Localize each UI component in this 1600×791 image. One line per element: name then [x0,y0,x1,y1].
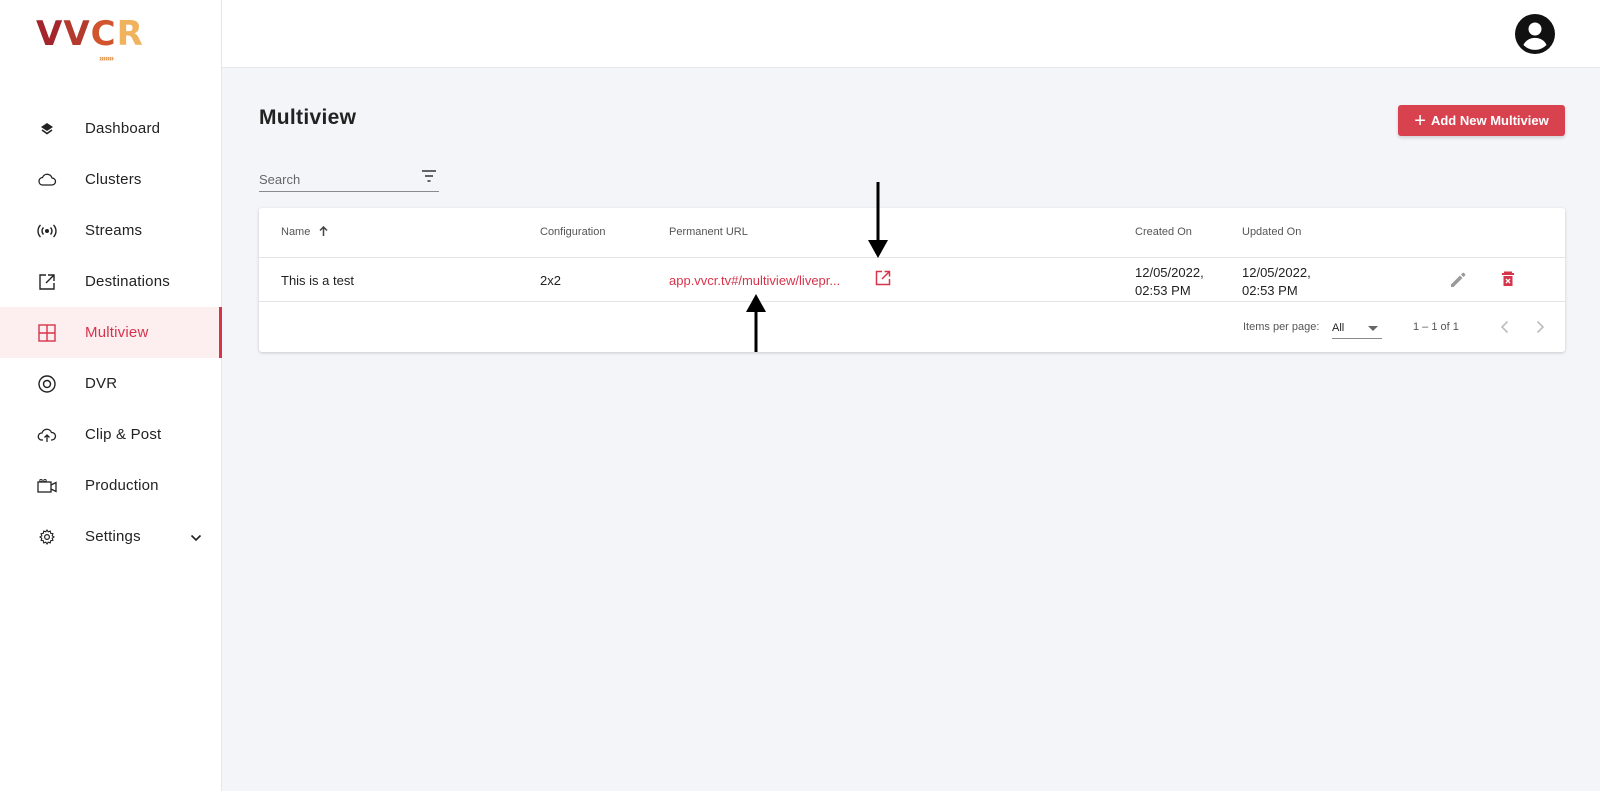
logo-arrows: ››››››› [99,53,114,63]
sidebar-item-label: Dashboard [85,120,161,137]
sidebar-item-streams[interactable]: Streams [0,205,222,256]
column-header-configuration: Configuration [540,226,606,238]
external-link-icon [37,272,57,292]
sidebar-item-label: Streams [85,222,143,239]
chevron-right-icon [1536,320,1545,334]
cell-configuration: 2x2 [540,273,561,288]
filter-icon[interactable] [421,169,437,183]
logo-text: V V C R [36,16,146,52]
logo-letter-1: V [36,14,64,54]
next-page-button[interactable] [1530,317,1550,337]
annotation-arrow-up [746,294,766,352]
chevron-down-icon[interactable] [190,529,202,547]
column-header-permanent-url: Permanent URL [669,226,748,238]
logo-letter-2: V [63,14,91,54]
layers-icon [37,119,57,139]
grid-icon [37,323,57,343]
items-per-page-label: Items per page: [1243,321,1320,333]
cloud-icon [37,170,57,190]
vvcr-logo[interactable]: V V C R ››››››› [36,16,146,66]
sidebar-item-clip-post[interactable]: Clip & Post [0,409,222,460]
sidebar-nav: Dashboard Clusters Streams Destinations … [0,103,222,562]
video-camera-icon [37,476,57,496]
dropdown-caret-icon [1368,326,1378,331]
plus-icon: + [1414,109,1426,132]
sidebar-item-clusters[interactable]: Clusters [0,154,222,205]
cloud-upload-icon [37,425,57,445]
column-header-updated-on: Updated On [1242,226,1302,238]
sidebar-item-production[interactable]: Production [0,460,222,511]
logo-letter-4: R [116,14,144,54]
edit-pencil-icon[interactable] [1449,271,1467,289]
column-header-label: Name [281,226,311,238]
top-bar [222,0,1600,68]
search-input[interactable] [259,172,409,187]
record-icon [37,374,57,394]
sidebar-item-destinations[interactable]: Destinations [0,256,222,307]
sidebar-item-settings[interactable]: Settings [0,511,222,562]
annotation-arrow-down [868,182,888,258]
sort-ascending-icon [319,225,328,239]
add-button-label: Add New Multiview [1430,113,1549,128]
add-new-multiview-button[interactable]: + Add New Multiview [1398,105,1565,136]
previous-page-button[interactable] [1495,317,1515,337]
open-external-link-icon[interactable] [874,269,892,287]
delete-trash-icon[interactable] [1499,270,1517,288]
table-paginator: Items per page: All 1 – 1 of 1 [259,302,1565,352]
created-on-time: 02:53 PM [1135,283,1191,298]
sidebar-item-label: Multiview [85,324,149,341]
sidebar-item-dashboard[interactable]: Dashboard [0,103,222,154]
chevron-left-icon [1500,320,1509,334]
sidebar-item-dvr[interactable]: DVR [0,358,222,409]
search-field [259,164,439,192]
sidebar-item-label: Settings [85,528,141,545]
page-title: Multiview [259,106,357,129]
sidebar-item-label: DVR [85,375,118,392]
logo-letter-3: C [90,14,117,54]
sidebar-item-label: Destinations [85,273,170,290]
permanent-url-link[interactable]: app.vvcr.tv#/multiview/livepr... [669,273,840,288]
column-header-created-on: Created On [1135,226,1192,238]
updated-on-time: 02:53 PM [1242,283,1298,298]
user-avatar-icon[interactable] [1514,13,1556,55]
sidebar-item-label: Production [85,477,159,494]
gear-icon [37,527,57,547]
created-on-date: 12/05/2022, [1135,265,1204,280]
items-per-page-select[interactable]: All [1332,315,1382,339]
items-per-page-value: All [1332,322,1345,334]
column-header-name[interactable]: Name [281,225,328,239]
cell-updated-on: 12/05/2022, 02:53 PM [1242,264,1311,300]
multiview-table: Name Configuration Permanent URL Created… [259,208,1565,352]
sidebar: V V C R ››››››› Dashboard Clusters Strea… [0,0,222,791]
table-header: Name Configuration Permanent URL Created… [259,208,1565,258]
cell-name: This is a test [281,273,354,288]
sidebar-item-multiview[interactable]: Multiview [0,307,222,358]
broadcast-icon [37,221,57,241]
table-row: This is a test 2x2 app.vvcr.tv#/multivie… [259,258,1565,302]
pagination-range: 1 – 1 of 1 [1413,321,1459,333]
sidebar-item-label: Clip & Post [85,426,162,443]
cell-created-on: 12/05/2022, 02:53 PM [1135,264,1204,300]
updated-on-date: 12/05/2022, [1242,265,1311,280]
sidebar-item-label: Clusters [85,171,142,188]
